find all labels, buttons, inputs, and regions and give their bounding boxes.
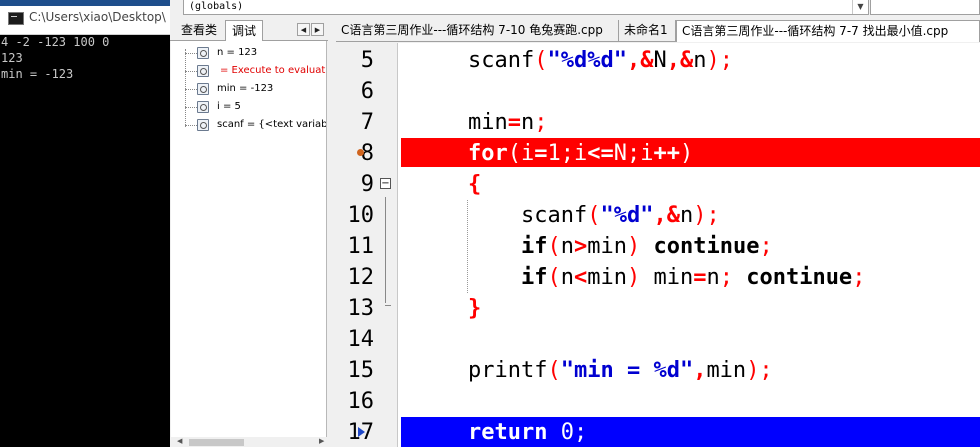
console-line: 4 -2 -123 100 0 <box>1 35 110 49</box>
members-combo[interactable] <box>870 0 980 15</box>
line-number: 9 <box>360 172 374 197</box>
tree-connector <box>185 89 197 90</box>
watch-variable-icon <box>197 47 209 59</box>
scroll-right-icon[interactable]: ▶ <box>319 437 324 445</box>
code-line[interactable]: 5 scanf("%d%d",&N,&n); <box>336 45 980 76</box>
code-editor[interactable]: 5 scanf("%d%d",&N,&n); 6 7 min=n; 8 for(… <box>336 43 980 447</box>
line-number: 7 <box>360 110 374 135</box>
code-text: min=n; <box>468 110 548 135</box>
editor-tabs: C语言第三周作业---循环结构 7-10 龟兔赛跑.cpp 未命名1 C语言第三… <box>336 20 980 42</box>
tree-connector <box>185 125 197 126</box>
tree-connector <box>185 71 197 72</box>
line-number: 12 <box>347 265 375 290</box>
watch-label: min = -123 <box>217 83 274 94</box>
editor-tab-active[interactable]: C语言第三周作业---循环结构 7-7 找出最小值.cpp <box>676 20 980 42</box>
editor-tab-untitled[interactable]: 未命名1 <box>619 20 676 42</box>
watch-label: n = 123 <box>217 47 258 58</box>
tab-scroll-left-button[interactable]: ◀ <box>297 23 310 36</box>
tab-debug[interactable]: 调试 <box>225 20 263 41</box>
line-number: 11 <box>347 234 375 259</box>
code-text: if(n<min) min=n; continue; <box>520 265 866 290</box>
code-text: return 0; <box>468 420 588 445</box>
watch-panel: n = 123 = Execute to evaluat min = -123 … <box>171 41 327 447</box>
code-line[interactable]: 7 min=n; <box>336 107 980 138</box>
line-number: 5 <box>360 48 374 73</box>
code-line-breakpoint[interactable]: 8 for(i=1;i<=N;i++) <box>336 138 980 169</box>
line-number: 6 <box>360 79 374 104</box>
watch-variable-icon <box>197 101 209 113</box>
globals-combo[interactable]: (globals) ▼ <box>183 0 869 15</box>
code-line[interactable]: 9 − { <box>336 169 980 200</box>
watch-item-n[interactable]: n = 123 <box>185 45 326 63</box>
code-text: scanf("%d",&n); <box>468 203 720 228</box>
editor-tab-file[interactable]: C语言第三周作业---循环结构 7-10 龟兔赛跑.cpp <box>336 20 619 42</box>
scroll-left-icon[interactable]: ◀ <box>177 437 182 445</box>
watch-label: scanf = {<text variabl <box>217 119 327 130</box>
execution-point-icon <box>358 427 365 437</box>
code-text: printf("min = %d",min); <box>468 358 773 383</box>
watch-item-scanf[interactable]: scanf = {<text variabl <box>185 117 327 135</box>
code-line-current[interactable]: 17 return 0; <box>336 417 980 447</box>
watch-item-min[interactable]: min = -123 <box>185 81 326 99</box>
console-title-accent <box>0 0 170 6</box>
line-number: 17 <box>347 420 375 445</box>
tree-connector <box>185 53 197 54</box>
line-number: 13 <box>347 296 375 321</box>
code-line[interactable]: 16 <box>336 386 980 417</box>
console-line: min = -123 <box>1 67 74 81</box>
watch-variable-icon <box>197 65 209 77</box>
breakpoint-icon[interactable] <box>357 149 364 156</box>
line-number: 8 <box>360 141 374 166</box>
console-window: C:\Users\xiao\Desktop\ 4 -2 -123 100 0 1… <box>0 0 170 447</box>
code-line[interactable]: 14 <box>336 324 980 355</box>
watch-variable-icon <box>197 119 209 131</box>
tab-class-view[interactable]: 查看类 <box>174 20 224 41</box>
fold-toggle-icon[interactable]: − <box>380 178 391 189</box>
code-text: } <box>468 296 482 321</box>
line-number: 14 <box>347 327 375 352</box>
code-text: if(n>min) continue; <box>520 234 773 259</box>
chevron-down-icon[interactable]: ▼ <box>852 0 868 14</box>
console-output: 4 -2 -123 100 0 123 min = -123 <box>1 34 109 82</box>
line-number: 15 <box>347 358 375 383</box>
watch-horizontal-scrollbar[interactable]: ◀ ▶ <box>171 437 327 447</box>
watch-label: = Execute to evaluat <box>220 65 326 76</box>
code-text: for(i=1;i<=N;i++) <box>468 141 694 166</box>
globals-combo-value: (globals) <box>189 1 244 12</box>
code-line[interactable]: 6 <box>336 76 980 107</box>
code-text: scanf("%d%d",&N,&n); <box>468 48 733 73</box>
tree-connector <box>185 107 197 108</box>
watch-item-error[interactable]: = Execute to evaluat <box>185 63 326 81</box>
left-panel-tabs: 查看类 调试 ◀ ▶ <box>170 20 328 41</box>
scrollbar-thumb[interactable] <box>189 439 244 446</box>
watch-label: i = 5 <box>217 101 241 112</box>
watch-variable-icon <box>197 83 209 95</box>
console-title: C:\Users\xiao\Desktop\ <box>29 10 166 24</box>
tab-scroll-right-button[interactable]: ▶ <box>311 23 324 36</box>
code-line[interactable]: 11 if(n>min) continue; <box>336 231 980 262</box>
code-line[interactable]: 13 } <box>336 293 980 324</box>
code-line[interactable]: 15 printf("min = %d",min); <box>336 355 980 386</box>
line-number: 10 <box>347 203 375 228</box>
code-text: { <box>468 172 482 197</box>
console-line: 123 <box>1 51 23 65</box>
watch-item-i[interactable]: i = 5 <box>185 99 326 117</box>
console-titlebar[interactable]: C:\Users\xiao\Desktop\ <box>0 0 170 35</box>
console-app-icon <box>8 12 24 25</box>
code-line[interactable]: 10 scanf("%d",&n); <box>336 200 980 231</box>
code-line[interactable]: 12 if(n<min) min=n; continue; <box>336 262 980 293</box>
line-number: 16 <box>347 389 375 414</box>
